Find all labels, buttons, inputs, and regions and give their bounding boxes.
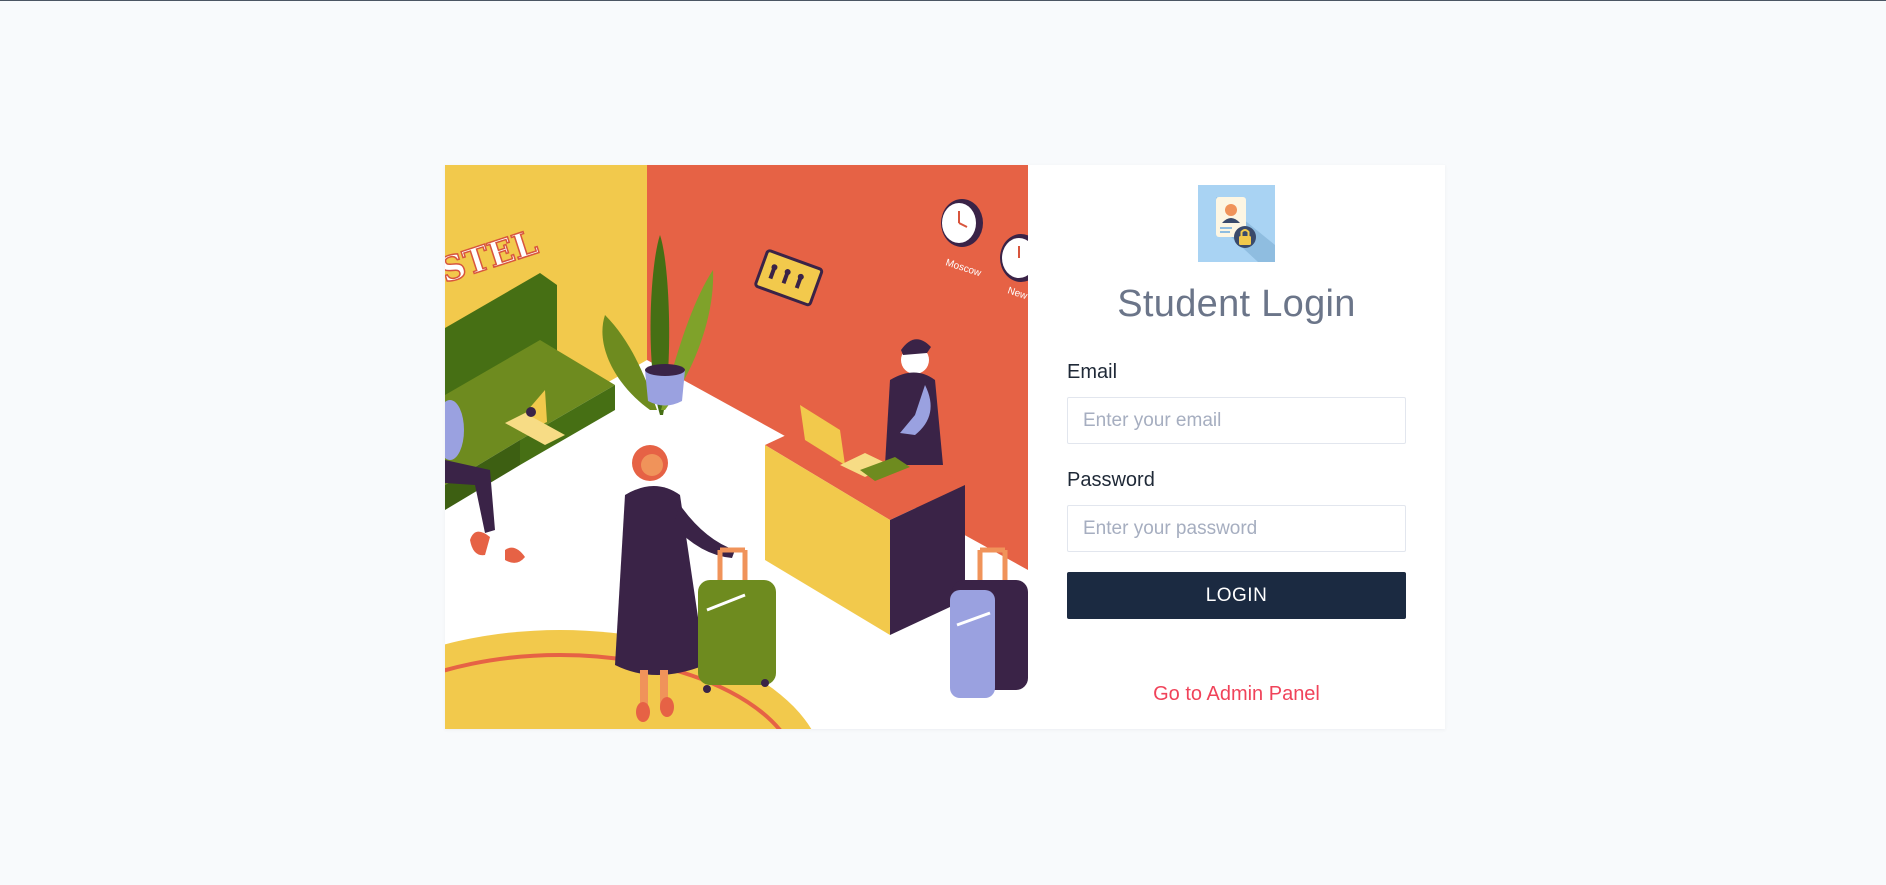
password-field[interactable] (1067, 505, 1406, 552)
student-id-lock-icon (1198, 185, 1275, 262)
top-border-line (0, 0, 1886, 1)
login-button[interactable]: LOGIN (1067, 572, 1406, 619)
page-title: Student Login (1117, 283, 1356, 325)
password-label: Password (1067, 469, 1155, 491)
login-form-panel: Student Login Email Password LOGIN Go to… (1028, 165, 1445, 729)
email-label: Email (1067, 361, 1118, 383)
admin-panel-link[interactable]: Go to Admin Panel (1028, 683, 1445, 706)
email-field[interactable] (1067, 397, 1406, 444)
hotel-reception-illustration: STEL Moscow New Y (445, 165, 1028, 729)
login-card: STEL Moscow New Y (445, 165, 1445, 729)
